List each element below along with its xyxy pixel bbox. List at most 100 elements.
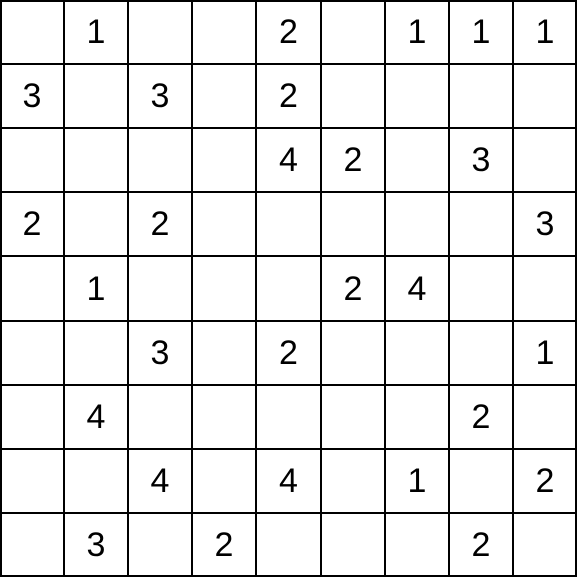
grid-cell[interactable]: 3: [513, 192, 577, 256]
grid-cell[interactable]: 2: [513, 449, 577, 513]
cell-value: 2: [23, 207, 42, 241]
grid-cell[interactable]: [192, 256, 256, 321]
grid-cell[interactable]: [449, 64, 513, 128]
cell-value: 2: [344, 143, 363, 177]
grid-cell[interactable]: 2: [256, 64, 321, 128]
grid-cell[interactable]: 4: [385, 256, 449, 321]
cell-value: 2: [215, 528, 234, 562]
cell-value: 1: [408, 464, 427, 498]
grid-cell[interactable]: 2: [256, 321, 321, 385]
grid-cell[interactable]: 1: [385, 449, 449, 513]
grid-cell[interactable]: [256, 385, 321, 449]
grid-cell[interactable]: [256, 513, 321, 577]
grid-cell[interactable]: 3: [64, 513, 128, 577]
grid-cell[interactable]: [192, 321, 256, 385]
cell-value: 4: [279, 143, 298, 177]
grid-cell[interactable]: 1: [385, 0, 449, 64]
grid-cell[interactable]: [192, 192, 256, 256]
grid-cell[interactable]: 3: [0, 64, 64, 128]
grid-cell[interactable]: 1: [64, 256, 128, 321]
grid-cell[interactable]: 2: [256, 0, 321, 64]
grid-cell[interactable]: 1: [449, 0, 513, 64]
grid-cell[interactable]: [192, 0, 256, 64]
grid-cell[interactable]: [128, 0, 192, 64]
cell-value: 4: [279, 464, 298, 498]
grid-cell[interactable]: [192, 64, 256, 128]
grid-cell[interactable]: 3: [128, 64, 192, 128]
grid-cell[interactable]: [513, 128, 577, 192]
grid-cell[interactable]: [449, 192, 513, 256]
grid-cell[interactable]: [385, 192, 449, 256]
grid-cell[interactable]: [449, 449, 513, 513]
cell-value: 3: [151, 336, 170, 370]
grid-cell[interactable]: 3: [449, 128, 513, 192]
grid-cell[interactable]: [64, 321, 128, 385]
grid-cell[interactable]: 1: [513, 321, 577, 385]
grid-cell[interactable]: [64, 64, 128, 128]
cell-value: 2: [279, 15, 298, 49]
grid-cell[interactable]: [321, 0, 385, 64]
grid-cell[interactable]: [385, 128, 449, 192]
cell-value: 4: [87, 400, 106, 434]
grid-cell[interactable]: 2: [449, 385, 513, 449]
grid-cell[interactable]: [385, 64, 449, 128]
grid-cell[interactable]: [321, 513, 385, 577]
grid-cell[interactable]: [385, 321, 449, 385]
cell-value: 2: [472, 528, 491, 562]
grid-cell[interactable]: 3: [128, 321, 192, 385]
grid-cell[interactable]: [0, 449, 64, 513]
grid-cell[interactable]: [321, 64, 385, 128]
grid-cell[interactable]: [0, 0, 64, 64]
grid-cell[interactable]: [192, 385, 256, 449]
grid-cell[interactable]: [385, 513, 449, 577]
grid-cell[interactable]: [128, 128, 192, 192]
grid-cell[interactable]: [449, 321, 513, 385]
cell-value: 2: [279, 79, 298, 113]
grid-cell[interactable]: [128, 385, 192, 449]
cell-value: 2: [536, 464, 555, 498]
grid-cell[interactable]: 2: [192, 513, 256, 577]
cell-value: 4: [408, 272, 427, 306]
grid-cell[interactable]: [513, 385, 577, 449]
grid-cell[interactable]: [128, 256, 192, 321]
grid-cell[interactable]: [192, 449, 256, 513]
grid-cell[interactable]: [256, 256, 321, 321]
grid-cell[interactable]: [0, 513, 64, 577]
grid-cell[interactable]: [449, 256, 513, 321]
grid-cell[interactable]: [64, 128, 128, 192]
grid-cell[interactable]: 4: [64, 385, 128, 449]
grid-cell[interactable]: [256, 192, 321, 256]
grid-cell[interactable]: [64, 449, 128, 513]
grid-cell[interactable]: 2: [128, 192, 192, 256]
cell-value: 1: [536, 15, 555, 49]
cell-value: 1: [472, 15, 491, 49]
grid-cell[interactable]: 2: [449, 513, 513, 577]
grid-cell[interactable]: [321, 321, 385, 385]
grid-cell[interactable]: [513, 513, 577, 577]
grid-cell[interactable]: 1: [513, 0, 577, 64]
grid-cell[interactable]: [385, 385, 449, 449]
grid-cell[interactable]: 2: [321, 128, 385, 192]
grid-cell[interactable]: [513, 256, 577, 321]
grid-cell[interactable]: [321, 385, 385, 449]
grid-cell[interactable]: 4: [128, 449, 192, 513]
grid-cell[interactable]: 4: [256, 449, 321, 513]
grid-cell[interactable]: [321, 449, 385, 513]
grid-cell[interactable]: 2: [321, 256, 385, 321]
grid-cell[interactable]: [0, 256, 64, 321]
cell-value: 2: [151, 207, 170, 241]
grid-cell[interactable]: [0, 385, 64, 449]
grid-cell[interactable]: [128, 513, 192, 577]
grid-cell[interactable]: [513, 64, 577, 128]
grid-cell[interactable]: [0, 128, 64, 192]
cell-value: 2: [472, 400, 491, 434]
grid-cell[interactable]: [0, 321, 64, 385]
cell-value: 3: [536, 207, 555, 241]
grid-cell[interactable]: [321, 192, 385, 256]
grid-cell[interactable]: 4: [256, 128, 321, 192]
cell-value: 1: [536, 336, 555, 370]
grid-cell[interactable]: [192, 128, 256, 192]
grid-cell[interactable]: 1: [64, 0, 128, 64]
grid-cell[interactable]: [64, 192, 128, 256]
grid-cell[interactable]: 2: [0, 192, 64, 256]
